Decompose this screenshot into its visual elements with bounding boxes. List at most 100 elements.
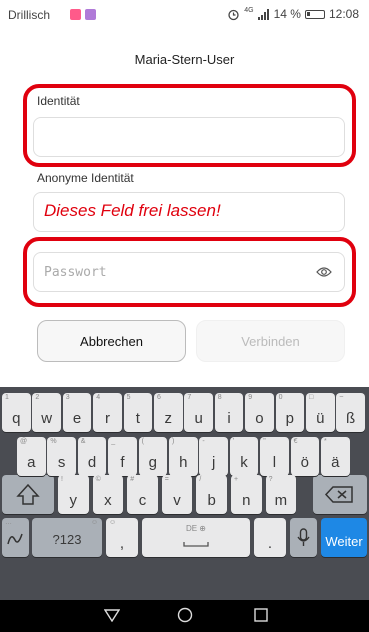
key-h[interactable]: ) h: [169, 437, 198, 476]
key-label: ö: [300, 454, 310, 471]
key-hint: 9: [248, 394, 253, 401]
comma-key[interactable]: ☺ ,: [106, 518, 138, 557]
symbols-key[interactable]: ☺ ?123: [32, 518, 102, 557]
key-label: t: [135, 410, 140, 427]
key-hint: 6: [157, 394, 161, 401]
microphone-icon: [297, 528, 310, 546]
key-hint: /: [199, 476, 202, 483]
key-label: r: [104, 410, 110, 427]
key-label: x: [104, 492, 112, 509]
space-bar-icon: [183, 542, 209, 547]
key-q[interactable]: 1q: [2, 393, 31, 432]
key-u[interactable]: 7u: [184, 393, 213, 432]
cancel-button[interactable]: Abbrechen: [37, 320, 186, 362]
key-j[interactable]: -j: [199, 437, 228, 476]
key-s[interactable]: % s: [47, 437, 76, 476]
navigation-bar: [0, 600, 369, 632]
notification-app-icon: [70, 9, 81, 20]
key-label: j: [211, 454, 216, 471]
key-z[interactable]: 6z: [154, 393, 183, 432]
key-r[interactable]: 4r: [93, 393, 122, 432]
handwriting-key[interactable]: …: [2, 518, 29, 557]
key-b[interactable]: / b: [196, 475, 227, 514]
key-ß[interactable]: ~ ß: [336, 393, 365, 432]
key-hint: %: [50, 438, 57, 445]
key-hint: +: [234, 476, 239, 483]
anonymous-identity-field[interactable]: Dieses Feld frei lassen!: [33, 192, 345, 232]
key-label: a: [27, 454, 36, 471]
signal-icon: [257, 8, 269, 20]
recents-square-icon[interactable]: [254, 608, 268, 622]
comma-key-label: ,: [119, 535, 125, 552]
key-g[interactable]: (g: [138, 437, 168, 476]
key-t[interactable]: 5t: [123, 393, 153, 432]
shift-key[interactable]: [2, 475, 54, 514]
key-ä[interactable]: * ä: [321, 437, 350, 476]
key-label: ä: [331, 454, 340, 471]
key-hint: 0: [278, 394, 283, 401]
key-hint: ': [232, 438, 235, 445]
key-p[interactable]: 0p: [275, 393, 305, 432]
key-hint: □: [309, 394, 314, 401]
key-label: m: [274, 492, 288, 509]
key-hint: 4: [96, 394, 101, 401]
key-ö[interactable]: € ö: [290, 437, 320, 476]
key-label: h: [179, 454, 188, 471]
key-a[interactable]: @ a: [17, 437, 46, 476]
key-label: b: [207, 492, 216, 509]
home-circle-icon[interactable]: [177, 607, 193, 623]
key-hint: _: [111, 438, 116, 445]
status-bar: Drillisch 4G 14 % 12:08: [0, 0, 369, 30]
key-label: w: [41, 410, 53, 427]
key-l[interactable]: " l: [260, 437, 289, 476]
space-key[interactable]: DE ⊕: [142, 518, 250, 557]
key-o[interactable]: 9o: [245, 393, 274, 432]
key-f[interactable]: _ f: [108, 437, 137, 476]
symbols-key-hint: ☺: [90, 519, 98, 526]
key-hint: ): [172, 438, 175, 445]
key-e[interactable]: 3e: [62, 393, 92, 432]
key-label: i: [227, 410, 231, 427]
carrier-name: Drillisch: [8, 8, 50, 22]
key-label: ü: [316, 410, 325, 427]
key-ü[interactable]: □ ü: [306, 393, 335, 432]
key-label: k: [240, 454, 248, 471]
key-hint: &: [80, 438, 86, 445]
key-hint: =: [164, 476, 169, 483]
enter-key[interactable]: Weiter: [321, 518, 367, 557]
key-hint: 2: [35, 394, 40, 401]
key-hint: (: [141, 438, 144, 445]
comma-key-hint: ☺: [109, 519, 117, 526]
key-label: l: [272, 454, 277, 471]
key-label: c: [138, 492, 147, 509]
key-m[interactable]: ? m: [265, 475, 297, 514]
key-v[interactable]: = v: [161, 475, 193, 514]
back-triangle-icon[interactable]: [104, 608, 120, 622]
enter-key-label: Weiter: [325, 534, 363, 549]
key-hint: @: [20, 438, 28, 445]
connect-button[interactable]: Verbinden: [196, 320, 345, 362]
anonymous-identity-label: Anonyme Identität: [37, 171, 134, 185]
key-y[interactable]: ! y: [58, 475, 89, 514]
key-label: q: [12, 410, 21, 427]
backspace-key[interactable]: [313, 475, 367, 514]
key-label: y: [69, 492, 78, 509]
key-w[interactable]: 2w: [32, 393, 61, 432]
key-hint: ?: [268, 476, 273, 483]
battery-percent: 14 %: [273, 7, 301, 21]
microphone-key[interactable]: [290, 518, 317, 557]
key-x[interactable]: © x: [92, 475, 124, 514]
key-d[interactable]: & d: [77, 437, 107, 476]
key-hint: *: [324, 438, 327, 445]
shift-icon: [16, 483, 40, 505]
key-n[interactable]: + n: [231, 475, 262, 514]
key-hint: 5: [126, 394, 131, 401]
period-key[interactable]: .: [254, 518, 286, 557]
key-label: s: [57, 454, 66, 471]
period-key-label: .: [267, 535, 273, 552]
key-c[interactable]: # c: [127, 475, 158, 514]
key-hint: !: [61, 476, 63, 483]
key-hint: 1: [5, 394, 9, 401]
key-i[interactable]: 8i: [214, 393, 244, 432]
key-k[interactable]: ' k: [229, 437, 259, 476]
